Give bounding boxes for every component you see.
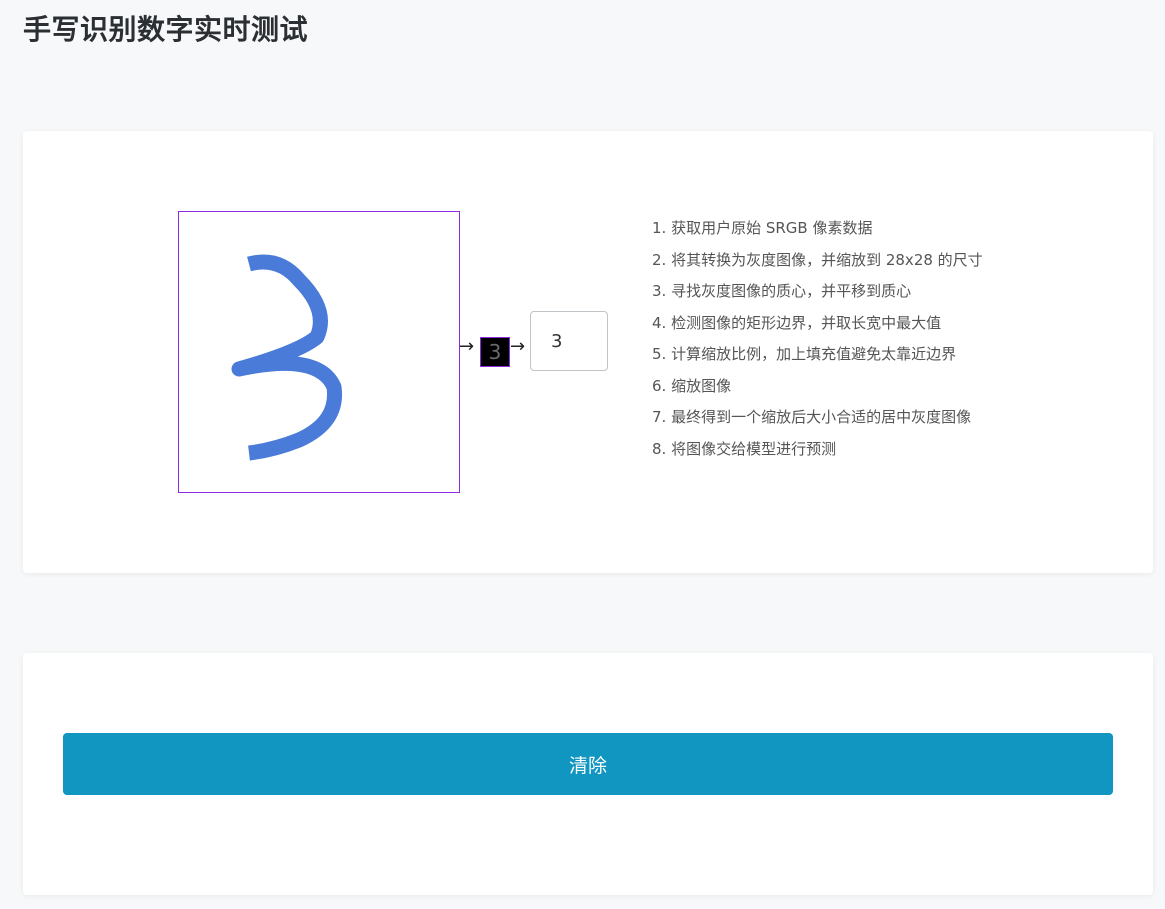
list-item: 6. 缩放图像 [652,376,732,395]
arrow-icon: → [510,336,526,357]
list-item: 3. 寻找灰度图像的质心，并平移到质心 [652,282,912,300]
drawing-canvas[interactable] [178,211,460,493]
thumbnail-digit: 3 [488,340,502,364]
actions-panel: 清除 [23,653,1153,895]
clear-button[interactable]: 清除 [63,733,1113,795]
arrow-icon: → [459,336,475,357]
handwritten-stroke [231,254,343,461]
list-item: 5. 计算缩放比例，加上填充值避免太靠近边界 [652,345,957,363]
list-item: 7. 最终得到一个缩放后大小合适的居中灰度图像 [652,408,972,426]
list-item: 8. 将图像交给模型进行预测 [652,439,837,458]
recognition-panel: → 3 → 3 1. 获取用户原始 SRGB 像素数据 2. 将其转换为灰度图像… [23,131,1153,573]
steps-list: 1. 获取用户原始 SRGB 像素数据 2. 将其转换为灰度图像，并缩放到 28… [652,213,983,465]
list-item: 4. 检测图像的矩形边界，并取长宽中最大值 [652,313,942,332]
list-item: 1. 获取用户原始 SRGB 像素数据 [652,219,873,237]
page-title: 手写识别数字实时测试 [23,13,309,46]
list-item: 2. 将其转换为灰度图像，并缩放到 28x28 的尺寸 [652,250,983,269]
prediction-output: 3 [530,311,608,371]
preprocessed-thumbnail: 3 [480,337,510,367]
